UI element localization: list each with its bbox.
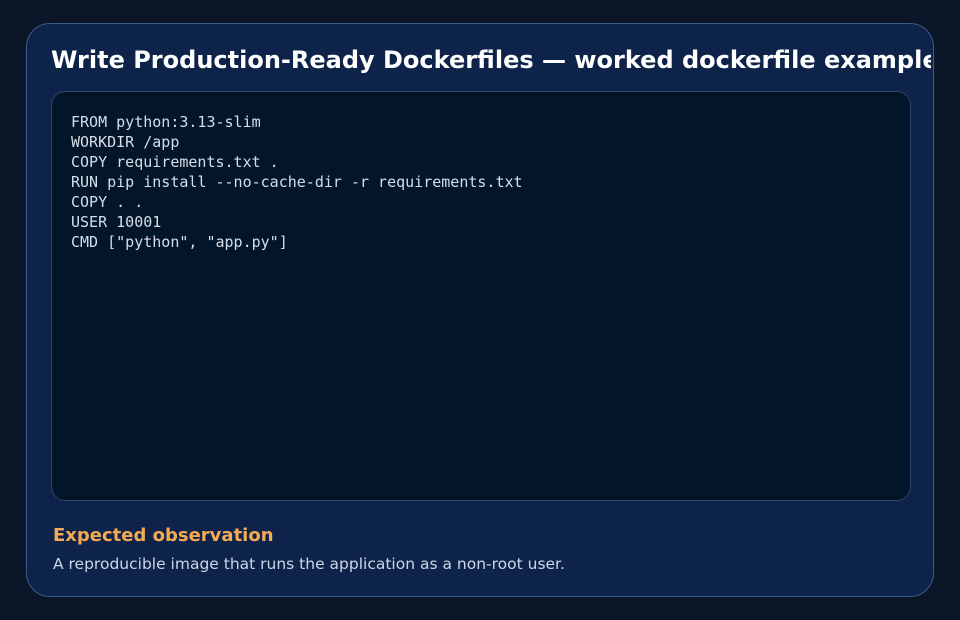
observation-text: A reproducible image that runs the appli… — [53, 555, 565, 573]
code-line: USER 10001 — [71, 213, 162, 231]
example-card: Write Production-Ready Dockerfiles — wor… — [26, 23, 934, 597]
code-line: WORKDIR /app — [71, 133, 180, 151]
card-title: Write Production-Ready Dockerfiles — wor… — [51, 46, 931, 74]
dockerfile-code: FROM python:3.13-slim WORKDIR /app COPY re… — [71, 112, 523, 252]
code-line: COPY requirements.txt . — [71, 153, 279, 171]
code-line: FROM python:3.13-slim — [71, 113, 261, 131]
code-line: RUN pip install --no-cache-dir -r requir… — [71, 173, 523, 191]
observation-heading: Expected observation — [53, 525, 274, 546]
code-line: CMD ["python", "app.py"] — [71, 233, 288, 251]
code-line: COPY . . — [71, 193, 144, 211]
code-block: FROM python:3.13-slim WORKDIR /app COPY re… — [51, 91, 911, 501]
